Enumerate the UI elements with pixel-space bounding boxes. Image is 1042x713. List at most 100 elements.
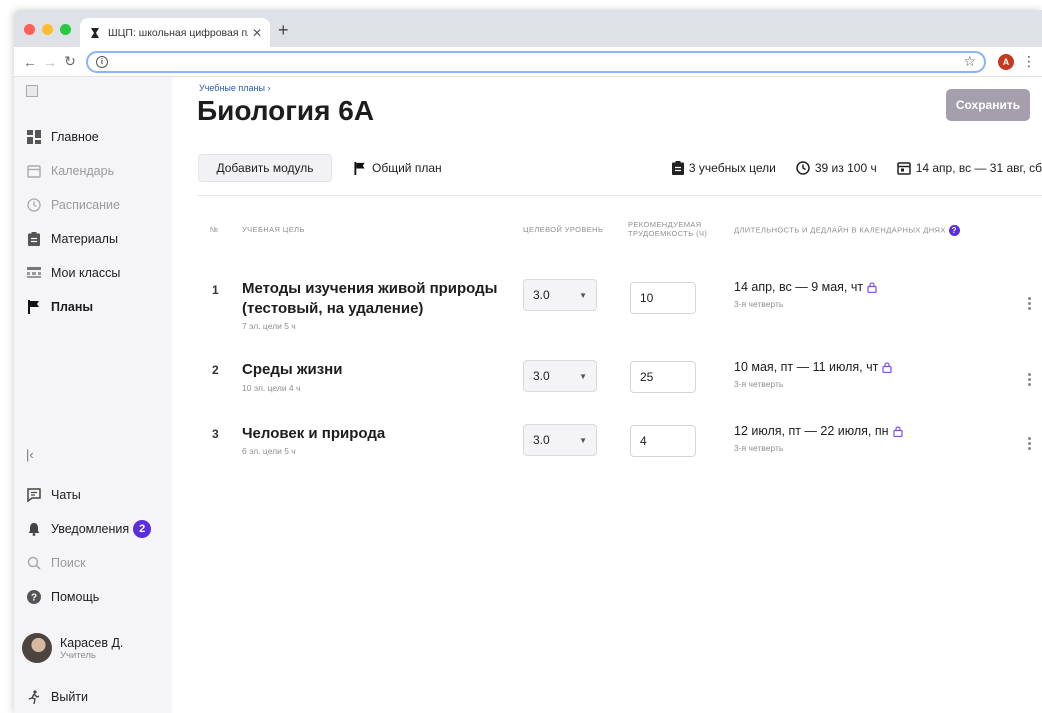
row-goal-meta: 6 эл. цели 5 ч — [242, 446, 296, 456]
chevron-down-icon: ▼ — [579, 290, 587, 300]
sidebar: Главное Календарь Расписание Материалы М… — [14, 77, 172, 713]
duration-dates[interactable]: 14 апр, вс — 9 мая, чт — [734, 280, 877, 294]
row-more-icon[interactable] — [1028, 437, 1032, 450]
sidebar-item-main[interactable]: Главное — [26, 127, 99, 147]
row-goal-title[interactable]: Методы изучения живой природы (тестовый,… — [242, 279, 522, 319]
save-button[interactable]: Сохранить — [946, 89, 1030, 121]
sidebar-item-notifications[interactable]: Уведомления 2 — [26, 519, 152, 539]
sidebar-item-label: Чаты — [51, 488, 81, 502]
row-goal-meta: 7 эл. цели 5 ч — [242, 321, 296, 331]
user-profile[interactable]: Карасев Д. Учитель — [22, 633, 123, 663]
quarter-label: 3-я четверть — [734, 443, 784, 453]
sidebar-item-chats[interactable]: Чаты — [26, 485, 81, 505]
favicon-icon — [88, 26, 102, 40]
sidebar-item-label: Планы — [51, 300, 94, 314]
target-level-select[interactable]: 3.0 ▼ — [523, 360, 597, 392]
target-level-value: 3.0 — [533, 369, 550, 383]
main-content: Учебные планы › Биология 6А Сохранить До… — [172, 77, 1042, 713]
effort-hours-input[interactable] — [630, 361, 696, 393]
chevron-down-icon: ▼ — [579, 435, 587, 445]
sidebar-item-my-classes[interactable]: Мои классы — [26, 263, 120, 283]
target-level-select[interactable]: 3.0 ▼ — [523, 424, 597, 456]
row-number: 3 — [212, 427, 219, 441]
back-icon[interactable]: ← — [20, 54, 40, 70]
effort-hours-input[interactable] — [630, 425, 696, 457]
profile-avatar[interactable]: A — [998, 53, 1014, 70]
sidebar-item-materials[interactable]: Материалы — [26, 229, 118, 249]
tab-title: ШЦП: школьная цифровая пла — [108, 26, 248, 39]
row-number: 2 — [212, 363, 219, 377]
calendar-icon — [26, 163, 42, 179]
add-module-button[interactable]: Добавить модуль — [198, 154, 332, 182]
tab-close-icon[interactable]: ✕ — [252, 26, 262, 40]
duration-dates-text: 12 июля, пт — 22 июля, пн — [734, 424, 889, 438]
row-more-icon[interactable] — [1028, 297, 1032, 310]
sidebar-item-calendar[interactable]: Календарь — [26, 161, 114, 181]
sidebar-item-label: Расписание — [51, 198, 120, 212]
new-tab-button[interactable]: + — [278, 20, 289, 41]
stat-hours: 39 из 100 ч — [796, 161, 877, 175]
logo-image — [26, 85, 38, 97]
maximize-window-button[interactable] — [60, 24, 71, 35]
clock-icon — [796, 161, 810, 175]
sidebar-item-help[interactable]: ? Помощь — [26, 587, 99, 607]
sidebar-item-logout[interactable]: Выйти — [26, 687, 88, 707]
row-goal-title[interactable]: Среды жизни — [242, 360, 522, 380]
stat-goals: 3 учебных цели — [671, 161, 776, 175]
column-header-duration-label: Длительность и дедлайн в календарных дня… — [734, 225, 946, 235]
column-header-level: Целевой уровень — [523, 225, 604, 234]
row-goal-title[interactable]: Человек и природа — [242, 424, 522, 444]
divider — [198, 195, 1042, 196]
column-header-duration: Длительность и дедлайн в календарных дня… — [734, 225, 960, 236]
browser-toolbar: ← → ↻ i ☆ A ⋮ — [14, 47, 1042, 77]
page-title: Биология 6А — [197, 95, 375, 126]
general-plan-button[interactable]: Общий план — [354, 161, 442, 175]
target-level-value: 3.0 — [533, 433, 550, 447]
clipboard-icon — [26, 231, 42, 247]
general-plan-label: Общий план — [372, 161, 442, 175]
sidebar-item-plans[interactable]: Планы — [26, 297, 93, 317]
sidebar-item-schedule[interactable]: Расписание — [26, 195, 120, 215]
svg-text:?: ? — [31, 593, 37, 604]
column-header-effort-line1: Рекомендуемая — [628, 220, 702, 229]
lock-icon — [867, 281, 877, 293]
duration-dates[interactable]: 10 мая, пт — 11 июля, чт — [734, 360, 892, 374]
duration-dates[interactable]: 12 июля, пт — 22 июля, пн — [734, 424, 903, 438]
address-bar[interactable]: i ☆ — [86, 50, 986, 73]
column-header-goal: Учебная цель — [242, 225, 305, 234]
help-icon[interactable]: ? — [948, 225, 960, 236]
flag-icon — [26, 299, 42, 315]
search-icon — [26, 555, 42, 571]
row-more-icon[interactable] — [1028, 373, 1032, 386]
browser-window: ШЦП: школьная цифровая пла ✕ + ← → ↻ i ☆… — [14, 10, 1042, 713]
quarter-label: 3-я четверть — [734, 299, 784, 309]
site-info-icon[interactable]: i — [96, 55, 108, 68]
column-header-effort-line2: трудоемкость (ч) — [628, 229, 708, 238]
forward-icon[interactable]: → — [40, 54, 60, 70]
classes-icon — [26, 265, 42, 281]
sidebar-item-label: Главное — [51, 130, 99, 144]
app-body: Главное Календарь Расписание Материалы М… — [14, 77, 1042, 713]
stat-dates-text: 14 апр, вс — 31 авг, сб — [915, 161, 1042, 175]
breadcrumb[interactable]: Учебные планы › — [199, 83, 270, 93]
sidebar-item-label: Уведомления — [51, 522, 130, 536]
collapse-sidebar-icon[interactable]: |‹ — [26, 447, 34, 462]
reload-icon[interactable]: ↻ — [60, 53, 80, 70]
close-window-button[interactable] — [24, 24, 35, 35]
plan-stats: 3 учебных цели 39 из 100 ч 14 апр, вс — … — [652, 161, 1042, 175]
sidebar-item-label: Материалы — [51, 232, 118, 246]
effort-hours-input[interactable] — [630, 282, 696, 314]
bell-icon — [26, 521, 42, 537]
bookmark-star-icon[interactable]: ☆ — [963, 53, 976, 70]
duration-dates-text: 14 апр, вс — 9 мая, чт — [734, 280, 864, 294]
minimize-window-button[interactable] — [42, 24, 53, 35]
help-icon: ? — [26, 589, 42, 605]
sidebar-item-search[interactable]: Поиск — [26, 553, 86, 573]
row-number: 1 — [212, 283, 219, 297]
browser-menu-icon[interactable]: ⋮ — [1022, 53, 1036, 70]
row-goal-meta: 10 эл. цели 4 ч — [242, 383, 301, 393]
chat-icon — [26, 487, 42, 503]
target-level-select[interactable]: 3.0 ▼ — [523, 279, 597, 311]
calendar-icon — [896, 162, 911, 175]
browser-tab[interactable]: ШЦП: школьная цифровая пла ✕ — [80, 18, 270, 47]
